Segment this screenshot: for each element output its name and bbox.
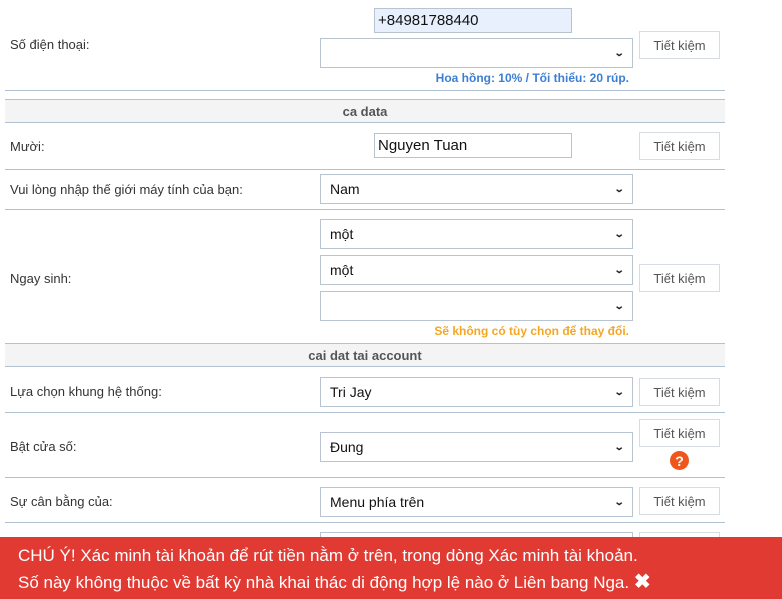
chevron-down-icon: ⌄ bbox=[613, 47, 625, 59]
window-select[interactable]: Đung ⌄ bbox=[320, 432, 633, 462]
chevron-down-icon: ⌄ bbox=[613, 300, 625, 312]
balance-save-button[interactable]: Tiết kiệm bbox=[639, 487, 720, 515]
window-save-button[interactable]: Tiết kiệm bbox=[639, 419, 720, 447]
birthday-note: Sẽ không có tùy chọn để thay đổi. bbox=[434, 324, 629, 338]
window-label: Bật cửa số: bbox=[10, 439, 77, 454]
banner-line-2: Số này không thuộc về bất kỳ nhà khai th… bbox=[18, 573, 630, 592]
warning-banner: CHÚ Ý! Xác minh tài khoản để rút tiền nằ… bbox=[0, 537, 782, 599]
system-save-button[interactable]: Tiết kiệm bbox=[639, 378, 720, 406]
divider bbox=[5, 477, 725, 478]
select-value: Đung bbox=[330, 439, 364, 455]
phone-country-select[interactable]: ⌄ bbox=[320, 38, 633, 68]
gender-select[interactable]: Nam ⌄ bbox=[320, 174, 633, 204]
divider bbox=[5, 209, 725, 210]
gender-label: Vui lòng nhập thế giới máy tính của bạn: bbox=[10, 182, 243, 197]
divider bbox=[5, 412, 725, 413]
birthday-day-select[interactable]: một ⌄ bbox=[320, 219, 633, 249]
commission-note: Hoa hồng: 10% / Tối thiểu: 20 rúp. bbox=[435, 71, 629, 85]
chevron-down-icon: ⌄ bbox=[613, 264, 625, 276]
close-icon[interactable]: ✖ bbox=[634, 571, 651, 593]
chevron-down-icon: ⌄ bbox=[613, 386, 625, 398]
name-label: Mười: bbox=[10, 139, 45, 154]
name-save-button[interactable]: Tiết kiệm bbox=[639, 132, 720, 160]
system-label: Lựa chọn khung hệ thống: bbox=[10, 384, 162, 399]
divider bbox=[5, 90, 725, 91]
chevron-down-icon: ⌄ bbox=[613, 183, 625, 195]
select-value: Tri Jay bbox=[330, 384, 372, 400]
balance-label: Sự cân bằng của: bbox=[10, 494, 113, 509]
name-input[interactable]: Nguyen Tuan bbox=[374, 133, 572, 158]
section-header-account-settings: cai dat tai account bbox=[5, 343, 725, 367]
phone-save-button[interactable]: Tiết kiệm bbox=[639, 31, 720, 59]
phone-input[interactable]: +84981788440 bbox=[374, 8, 572, 33]
divider bbox=[5, 169, 725, 170]
chevron-down-icon: ⌄ bbox=[613, 441, 625, 453]
section-header-ca-data: ca data bbox=[5, 99, 725, 123]
chevron-down-icon: ⌄ bbox=[613, 228, 625, 240]
select-value: Menu phía trên bbox=[330, 494, 425, 510]
birthday-save-button[interactable]: Tiết kiệm bbox=[639, 264, 720, 292]
select-value: một bbox=[330, 226, 354, 242]
birthday-label: Ngay sinh: bbox=[10, 271, 72, 286]
birthday-year-select[interactable]: ⌄ bbox=[320, 291, 633, 321]
balance-select[interactable]: Menu phía trên ⌄ bbox=[320, 487, 633, 517]
birthday-month-select[interactable]: một ⌄ bbox=[320, 255, 633, 285]
select-value: một bbox=[330, 262, 354, 278]
chevron-down-icon: ⌄ bbox=[613, 496, 625, 508]
help-icon[interactable]: ? bbox=[670, 451, 689, 470]
banner-line-1: CHÚ Ý! Xác minh tài khoản để rút tiền nằ… bbox=[18, 546, 638, 565]
phone-label: Số điện thoại: bbox=[10, 37, 90, 52]
system-select[interactable]: Tri Jay ⌄ bbox=[320, 377, 633, 407]
select-value: Nam bbox=[330, 181, 360, 197]
divider bbox=[5, 522, 725, 523]
